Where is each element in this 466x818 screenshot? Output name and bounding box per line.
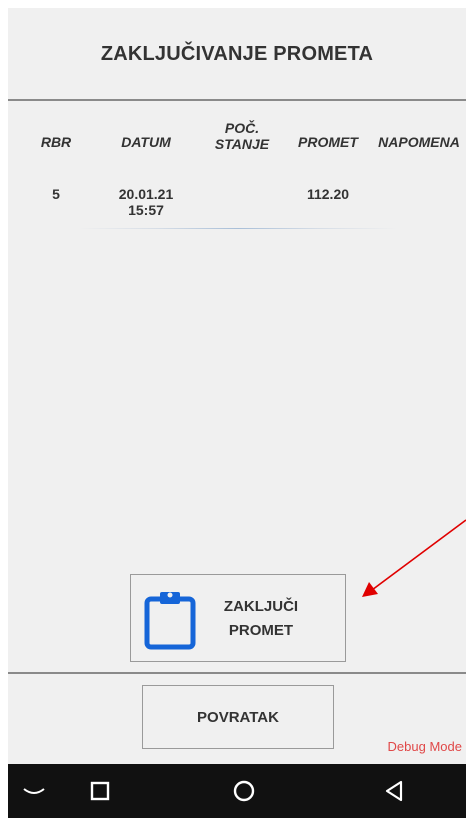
page-title: ZAKLJUČIVANJE PROMETA [100,42,374,65]
close-turnover-label-line2: PROMET [228,622,294,639]
cell-promet: 112.20 [306,186,350,202]
cell-rbr: 5 [52,186,60,202]
clipboard-icon [144,592,196,650]
home-icon[interactable] [232,779,256,803]
collapse-keyboard-icon[interactable] [22,779,46,803]
column-header-promet: PROMET [298,134,358,150]
system-nav-bar [8,764,466,818]
recents-icon[interactable] [88,779,112,803]
back-button-label: POVRATAK [197,708,279,726]
close-turnover-label-line1: ZAKLJUČI [223,598,299,615]
back-button[interactable]: POVRATAK [142,685,334,749]
app-screen: ZAKLJUČIVANJE PROMETA RBR DATUM POČ. STA… [8,8,466,764]
cell-datum-time: 15:57 [128,202,164,218]
close-turnover-button[interactable]: ZAKLJUČI PROMET [130,574,346,662]
header-divider [8,99,466,101]
footer-divider [8,672,466,674]
row-selection-line [78,228,398,229]
column-header-napomena: NAPOMENA [378,134,460,150]
column-header-rbr: RBR [40,134,72,150]
column-header-poc-stanje: POČ. STANJE [204,120,280,152]
column-header-poc-stanje-line2: STANJE [214,136,270,152]
column-header-datum: DATUM [121,134,171,150]
cell-datum-date: 20.01.21 [118,186,174,202]
cell-datum: 20.01.21 15:57 [106,186,186,218]
debug-mode-label: Debug Mode [387,739,462,754]
back-icon[interactable] [382,779,406,803]
column-header-poc-stanje-line1: POČ. [224,120,260,136]
close-turnover-label: ZAKLJUČI PROMET [211,595,311,643]
